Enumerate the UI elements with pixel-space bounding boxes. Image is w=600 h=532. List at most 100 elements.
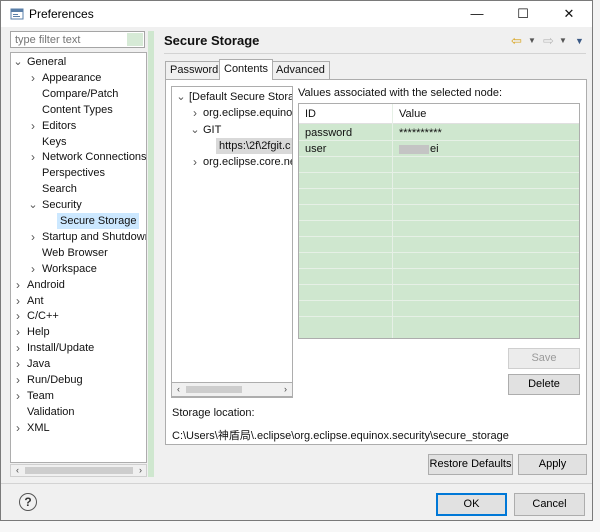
back-arrow-icon[interactable]: ⇦: [511, 33, 522, 49]
chevron-right-icon[interactable]: ›: [13, 420, 23, 436]
close-icon: ✕: [563, 6, 575, 21]
chevron-right-icon[interactable]: ›: [13, 372, 23, 388]
scroll-left-icon[interactable]: ‹: [11, 464, 24, 477]
filter-input[interactable]: [10, 31, 145, 48]
node-tree-item-label: org.eclipse.core.net: [203, 156, 293, 169]
chevron-right-icon[interactable]: ›: [13, 356, 23, 372]
tree-item-label: XML: [27, 421, 50, 434]
node-tree-horizontal-scrollbar[interactable]: ‹ ›: [171, 382, 293, 397]
scroll-thumb[interactable]: [25, 467, 133, 474]
table-cell-value[interactable]: **********: [399, 125, 442, 141]
chevron-right-icon[interactable]: ›: [28, 70, 38, 86]
save-button[interactable]: Save: [508, 348, 580, 369]
chevron-right-icon[interactable]: ›: [13, 324, 23, 340]
title-bar: Preferences — ☐ ✕: [1, 1, 592, 27]
maximize-button[interactable]: ☐: [500, 1, 546, 27]
help-icon[interactable]: ?: [19, 493, 37, 511]
restore-defaults-button[interactable]: Restore Defaults: [428, 454, 513, 475]
tree-item-label: Secure Storage: [57, 213, 140, 229]
tree-item-label: Ant: [27, 294, 44, 307]
minimize-icon: —: [470, 6, 484, 21]
tree-item-label: Install/Update: [27, 342, 95, 355]
view-menu-icon[interactable]: ▼: [575, 33, 584, 49]
tree-item-label: Perspectives: [42, 167, 105, 180]
chevron-right-icon[interactable]: ›: [13, 340, 23, 356]
chevron-right-icon[interactable]: ›: [13, 277, 23, 293]
tree-item-label: Workspace: [42, 262, 97, 275]
tree-item-label: C/C++: [27, 310, 59, 323]
storage-node-tree[interactable]: ⌄[Default Secure Storage]›org.eclipse.eq…: [171, 86, 293, 398]
node-tree-item-label: org.eclipse.equinox: [203, 107, 293, 120]
chevron-right-icon[interactable]: ›: [190, 154, 200, 170]
table-cell-value[interactable]: ei: [399, 141, 439, 157]
delete-button[interactable]: Delete: [508, 374, 580, 395]
clear-filter-icon[interactable]: [127, 33, 143, 46]
maximize-icon: ☐: [517, 6, 529, 21]
chevron-right-icon[interactable]: ›: [28, 261, 38, 277]
row-divider: [299, 252, 579, 253]
column-header-id[interactable]: ID: [299, 104, 392, 124]
tab-password[interactable]: Password: [165, 61, 224, 79]
scroll-thumb[interactable]: [186, 386, 242, 393]
table-header: ID Value: [299, 104, 579, 124]
chevron-right-icon[interactable]: ›: [13, 308, 23, 324]
tab-advanced[interactable]: Advanced: [271, 61, 330, 79]
table-cell-id[interactable]: password: [305, 125, 352, 141]
ok-button[interactable]: OK: [436, 493, 507, 516]
row-divider: [299, 204, 579, 205]
scroll-right-icon[interactable]: ›: [279, 383, 292, 396]
pane-sash[interactable]: [148, 31, 154, 477]
tree-item-label: Team: [27, 389, 54, 402]
chevron-down-icon[interactable]: ▼: [528, 33, 536, 49]
close-button[interactable]: ✕: [546, 1, 592, 27]
scroll-right-icon[interactable]: ›: [134, 464, 147, 477]
title-separator: [164, 53, 586, 54]
chevron-right-icon[interactable]: ›: [13, 293, 23, 309]
cancel-button[interactable]: Cancel: [514, 493, 585, 516]
row-divider: [299, 268, 579, 269]
column-header-value[interactable]: Value: [393, 104, 579, 124]
preferences-dialog: Preferences — ☐ ✕ ⌄ General › Appearance Com…: [0, 0, 593, 521]
chevron-right-icon[interactable]: ›: [190, 105, 200, 121]
values-label: Values associated with the selected node…: [298, 87, 503, 99]
apply-button[interactable]: Apply: [518, 454, 587, 475]
chevron-right-icon[interactable]: ›: [28, 118, 38, 134]
tree-item-label: Security: [42, 199, 82, 212]
scroll-left-icon[interactable]: ‹: [172, 383, 185, 396]
tree-horizontal-scrollbar[interactable]: ‹ ›: [10, 464, 147, 477]
minimize-button[interactable]: —: [454, 1, 500, 27]
tree-item-label: Startup and Shutdown: [42, 230, 147, 243]
page-navigation: ⇦ ▼ ⇨ ▼ ▼: [509, 33, 589, 49]
row-divider: [299, 300, 579, 301]
chevron-down-icon[interactable]: ⌄: [190, 122, 200, 138]
chevron-down-icon[interactable]: ⌄: [13, 54, 23, 70]
tree-item-label: Validation: [27, 405, 75, 418]
tree-item-label: Web Browser: [42, 246, 108, 259]
row-divider: [299, 172, 579, 173]
forward-arrow-icon[interactable]: ⇨: [543, 33, 554, 49]
table-cell-id[interactable]: user: [305, 141, 326, 157]
tab-contents[interactable]: Contents: [219, 59, 274, 80]
node-tree-item-label: [Default Secure Storage]: [189, 91, 292, 103]
tree-item-label: Keys: [42, 135, 67, 148]
preferences-app-icon: [10, 8, 24, 20]
preference-tree[interactable]: ⌄ General › Appearance Compare/Patch Content …: [10, 52, 147, 463]
chevron-right-icon[interactable]: ›: [28, 229, 38, 245]
chevron-down-icon[interactable]: ▼: [559, 33, 567, 49]
chevron-right-icon[interactable]: ›: [13, 388, 23, 404]
chevron-right-icon[interactable]: ›: [28, 149, 38, 165]
chevron-down-icon[interactable]: ⌄: [28, 197, 38, 213]
tree-item-label: Help: [27, 326, 50, 339]
node-tree-item-label: GIT: [203, 123, 222, 136]
values-table[interactable]: ID Value password ********** user ei: [298, 103, 580, 339]
chevron-down-icon[interactable]: ⌄: [176, 89, 186, 105]
tree-item-label: Network Connections: [42, 151, 147, 164]
background-editor-strip-bottom: [0, 520, 600, 532]
